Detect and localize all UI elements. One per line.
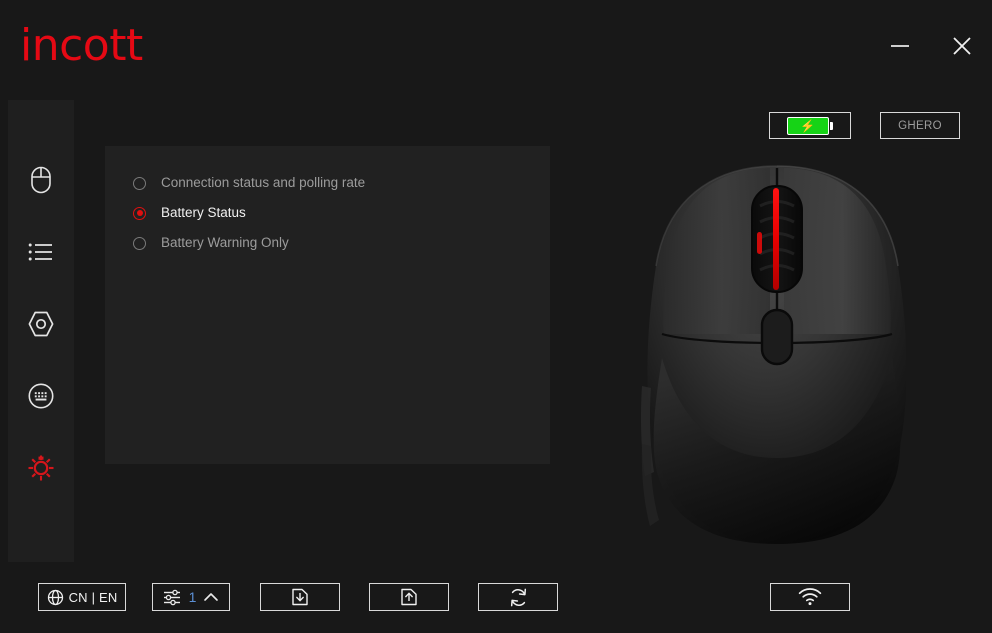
language-button[interactable]: CN | EN [38, 583, 126, 611]
profile-number: 1 [188, 589, 197, 605]
import-profile-button[interactable] [260, 583, 340, 611]
radio-option-battery-warning-only[interactable]: Battery Warning Only [133, 228, 550, 258]
chevron-up-icon [203, 591, 219, 603]
indicator-mode-radio-group: Connection status and polling rate Batte… [105, 146, 550, 258]
radio-option-label: Battery Status [161, 205, 246, 221]
export-profile-button[interactable] [369, 583, 449, 611]
sidebar [8, 100, 74, 562]
mouse-image [592, 158, 962, 552]
refresh-icon [508, 587, 529, 608]
device-status-row: ⚡ GHERO [769, 112, 960, 139]
radio-indicator [133, 176, 146, 190]
sidebar-item-macro-list[interactable] [8, 216, 74, 288]
radio-option-battery-status[interactable]: Battery Status [133, 198, 550, 228]
settings-panel: Connection status and polling rate Batte… [105, 146, 550, 464]
device-preview-area: ⚡ GHERO [560, 100, 992, 562]
file-upload-icon [399, 587, 419, 607]
globe-icon [47, 589, 64, 606]
minimize-icon [888, 34, 912, 63]
app-window: incott Connection status and polling rat… [0, 0, 992, 633]
language-label: CN | EN [68, 589, 118, 605]
device-name-badge[interactable]: GHERO [880, 112, 960, 139]
battery-status-badge[interactable]: ⚡ [769, 112, 851, 139]
sidebar-item-settings[interactable] [8, 432, 74, 504]
radio-option-label: Battery Warning Only [161, 235, 289, 251]
profile-selector-button[interactable]: 1 [152, 583, 230, 611]
sidebar-item-performance[interactable] [8, 288, 74, 360]
radio-option-connection-status[interactable]: Connection status and polling rate [133, 168, 550, 198]
wifi-icon [798, 588, 822, 606]
hex-nut-icon [26, 310, 56, 338]
brand-logo: incott [20, 20, 143, 71]
battery-charging-icon: ⚡ [786, 116, 834, 135]
gear-icon [27, 454, 55, 482]
radio-indicator [133, 236, 146, 250]
sliders-icon [163, 589, 182, 606]
device-name-label: GHERO [898, 119, 942, 132]
file-download-icon [290, 587, 310, 607]
radio-option-label: Connection status and polling rate [161, 175, 366, 191]
reset-button[interactable] [478, 583, 558, 611]
title-bar: incott [0, 0, 992, 92]
close-button[interactable] [940, 26, 984, 70]
list-icon [27, 240, 55, 264]
sidebar-item-mouse[interactable] [8, 144, 74, 216]
keyboard-circle-icon [27, 382, 55, 410]
bottom-toolbar: CN | EN 1 [0, 575, 992, 633]
wireless-button[interactable] [770, 583, 850, 611]
sidebar-item-keyboard[interactable] [8, 360, 74, 432]
close-icon [949, 33, 975, 64]
radio-indicator [133, 206, 146, 220]
minimize-button[interactable] [878, 26, 922, 70]
mouse-icon [28, 165, 54, 195]
